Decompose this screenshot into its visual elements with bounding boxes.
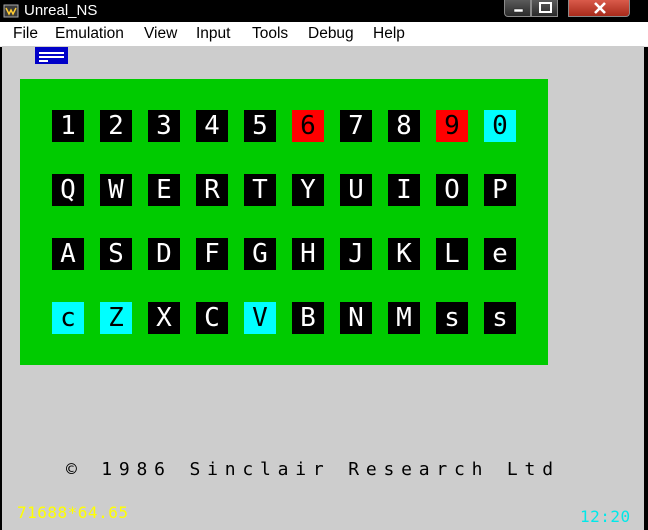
title-bar[interactable]: Unreal_NS: [0, 0, 648, 22]
key-0[interactable]: 0: [484, 110, 516, 142]
menu-help[interactable]: Help: [373, 22, 405, 46]
key-w[interactable]: W: [100, 174, 132, 206]
key-u[interactable]: U: [340, 174, 372, 206]
clock-readout: 12:20: [580, 507, 631, 526]
minimize-button[interactable]: [504, 0, 531, 17]
key-z[interactable]: Z: [100, 302, 132, 334]
maximize-button[interactable]: [531, 0, 558, 17]
key-space[interactable]: s: [484, 302, 516, 334]
key-7[interactable]: 7: [340, 110, 372, 142]
emulator-screen[interactable]: 1 2 3 4 5 6 7 8 9 0 Q W E R T Y U I O P …: [2, 46, 644, 530]
key-s[interactable]: S: [100, 238, 132, 270]
key-6[interactable]: 6: [292, 110, 324, 142]
key-caps-shift[interactable]: c: [52, 302, 84, 334]
key-m[interactable]: M: [388, 302, 420, 334]
disk-status-icon: [35, 47, 68, 64]
key-d[interactable]: D: [148, 238, 180, 270]
key-r[interactable]: R: [196, 174, 228, 206]
key-q[interactable]: Q: [52, 174, 84, 206]
maximize-icon: [539, 2, 552, 13]
key-y[interactable]: Y: [292, 174, 324, 206]
unreal-app-icon[interactable]: [3, 3, 19, 19]
key-l[interactable]: L: [436, 238, 468, 270]
key-k[interactable]: K: [388, 238, 420, 270]
key-symbol-shift[interactable]: s: [436, 302, 468, 334]
key-c[interactable]: C: [196, 302, 228, 334]
key-5[interactable]: 5: [244, 110, 276, 142]
key-h[interactable]: H: [292, 238, 324, 270]
copyright-text: © 1986 Sinclair Research Ltd: [66, 459, 560, 480]
key-f[interactable]: F: [196, 238, 228, 270]
key-e[interactable]: E: [148, 174, 180, 206]
close-icon: [594, 2, 606, 14]
menu-debug[interactable]: Debug: [308, 22, 354, 46]
key-n[interactable]: N: [340, 302, 372, 334]
keyboard-panel: 1 2 3 4 5 6 7 8 9 0 Q W E R T Y U I O P …: [20, 79, 548, 365]
key-g[interactable]: G: [244, 238, 276, 270]
menu-tools[interactable]: Tools: [252, 22, 288, 46]
menu-file[interactable]: File: [13, 22, 38, 46]
key-4[interactable]: 4: [196, 110, 228, 142]
menu-view[interactable]: View: [144, 22, 177, 46]
close-button[interactable]: [568, 0, 630, 17]
key-b[interactable]: B: [292, 302, 324, 334]
key-1[interactable]: 1: [52, 110, 84, 142]
minimize-icon: [513, 8, 524, 13]
menu-bar: File Emulation View Input Tools Debug He…: [0, 22, 648, 47]
key-j[interactable]: J: [340, 238, 372, 270]
key-p[interactable]: P: [484, 174, 516, 206]
key-2[interactable]: 2: [100, 110, 132, 142]
key-v[interactable]: V: [244, 302, 276, 334]
key-enter[interactable]: e: [484, 238, 516, 270]
key-8[interactable]: 8: [388, 110, 420, 142]
key-a[interactable]: A: [52, 238, 84, 270]
key-t[interactable]: T: [244, 174, 276, 206]
key-x[interactable]: X: [148, 302, 180, 334]
menu-input[interactable]: Input: [196, 22, 230, 46]
key-o[interactable]: O: [436, 174, 468, 206]
window-title: Unreal_NS: [24, 2, 98, 19]
performance-readout: 71688*64.65: [17, 503, 129, 522]
key-9[interactable]: 9: [436, 110, 468, 142]
key-i[interactable]: I: [388, 174, 420, 206]
menu-emulation[interactable]: Emulation: [55, 22, 124, 46]
key-3[interactable]: 3: [148, 110, 180, 142]
